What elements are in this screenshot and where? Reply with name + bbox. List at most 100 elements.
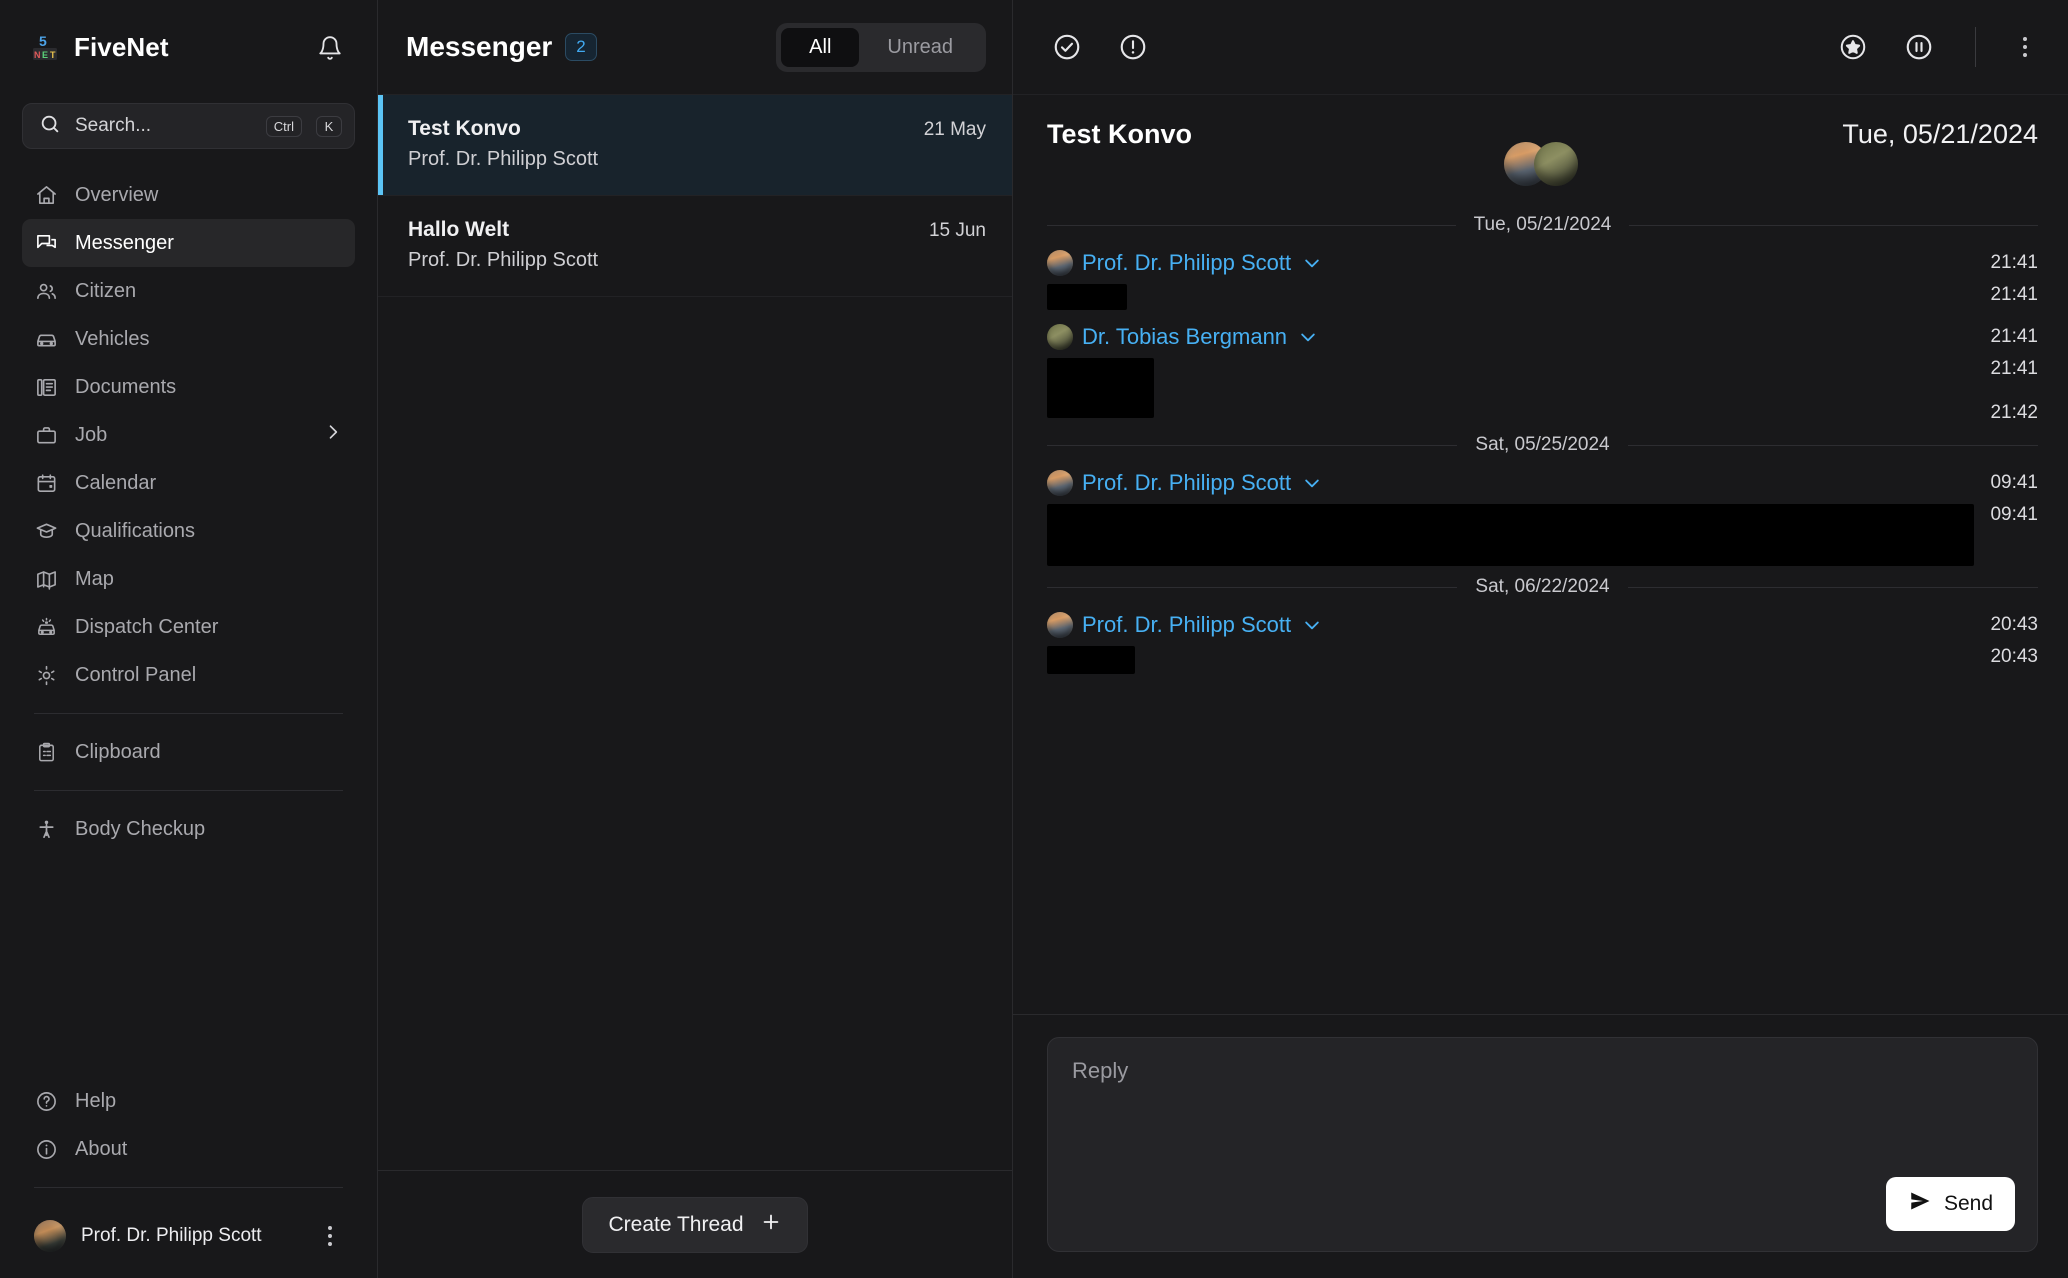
three-dots-vertical-icon[interactable] (317, 1226, 343, 1246)
message: Prof. Dr. Philipp Scott 09:41 09:41 (1047, 470, 2038, 566)
avatar (1047, 612, 1073, 638)
threads-spacer (378, 297, 1012, 1170)
thread-date: 15 Jun (928, 220, 986, 241)
message-time: 09:41 (1990, 504, 2038, 525)
thread-row-top: Hallo Welt 15 Jun (408, 218, 986, 242)
message: Prof. Dr. Philipp Scott 21:41 21:41 (1047, 250, 2038, 310)
create-thread-button[interactable]: Create Thread (582, 1196, 808, 1253)
sidebar-item-control-panel[interactable]: Control Panel (22, 651, 355, 699)
message-time: 09:41 (1990, 472, 2038, 493)
message-time: 21:41 (1990, 284, 2038, 305)
sidebar-item-documents[interactable]: Documents (22, 363, 355, 411)
briefcase-icon (34, 423, 58, 447)
message-author[interactable]: Prof. Dr. Philipp Scott (1082, 250, 1291, 276)
profile-name: Prof. Dr. Philipp Scott (81, 1225, 262, 1246)
message-time: 21:41 (1990, 326, 2038, 347)
search-input[interactable]: Search... Ctrl K (22, 103, 355, 149)
message-author[interactable]: Prof. Dr. Philipp Scott (1082, 470, 1291, 496)
sidebar-item-clipboard[interactable]: Clipboard (22, 728, 355, 776)
sidebar-item-messenger[interactable]: Messenger (22, 219, 355, 267)
chevron-down-icon[interactable] (1302, 473, 1322, 493)
chevron-down-icon[interactable] (1298, 327, 1318, 347)
gear-icon (34, 663, 58, 687)
info-circle-icon (34, 1137, 58, 1161)
thread-list-item[interactable]: Hallo Welt 15 Jun Prof. Dr. Philipp Scot… (378, 196, 1012, 297)
day-separator-label: Sat, 05/25/2024 (1475, 434, 1610, 455)
divider (34, 713, 343, 714)
thread-date: 21 May (923, 119, 986, 140)
filter-all-button[interactable]: All (781, 27, 860, 67)
reply-input[interactable]: Reply Send (1047, 1037, 2038, 1252)
svg-text:T: T (50, 50, 56, 60)
brand-title: FiveNet (74, 32, 169, 62)
filter-unread-button[interactable]: Unread (859, 28, 981, 67)
message-body: 21:41 (1047, 284, 2038, 310)
message-body: 21:41 21:42 (1047, 358, 2038, 424)
send-button[interactable]: Send (1885, 1177, 2015, 1231)
clipboard-icon (34, 740, 58, 764)
threads-panel: Messenger 2 All Unread Test Konvo 21 May… (378, 0, 1013, 1278)
message-author[interactable]: Prof. Dr. Philipp Scott (1082, 612, 1291, 638)
sidebar-item-about[interactable]: About (22, 1125, 355, 1173)
sidebar-item-dispatch-center[interactable]: Dispatch Center (22, 603, 355, 651)
threads-header: Messenger 2 All Unread (378, 0, 1012, 95)
graduation-icon (34, 519, 58, 543)
avatar (34, 1220, 66, 1252)
sidebar: 5 N E T FiveNet Search... Ctrl K Overvie… (0, 0, 378, 1278)
sidebar-item-calendar[interactable]: Calendar (22, 459, 355, 507)
sidebar-item-vehicles[interactable]: Vehicles (22, 315, 355, 363)
sidebar-item-job[interactable]: Job (22, 411, 355, 459)
sidebar-item-label: Messenger (75, 231, 174, 254)
messages-list: Tue, 05/21/2024 Prof. Dr. Philipp Scott … (1013, 186, 2068, 1014)
conversation-toolbar (1013, 0, 2068, 95)
sidebar-item-overview[interactable]: Overview (22, 171, 355, 219)
star-circle-icon[interactable] (1833, 27, 1873, 67)
message-time: 20:43 (1990, 614, 2038, 635)
sidebar-item-qualifications[interactable]: Qualifications (22, 507, 355, 555)
app-root: 5 N E T FiveNet Search... Ctrl K Overvie… (0, 0, 2068, 1278)
chevron-down-icon[interactable] (1302, 615, 1322, 635)
day-separator-label: Tue, 05/21/2024 (1473, 214, 1612, 235)
plus-icon (760, 1211, 782, 1239)
toolbar-divider (1975, 27, 1976, 67)
three-dots-vertical-icon[interactable] (2012, 37, 2038, 57)
message-author[interactable]: Dr. Tobias Bergmann (1082, 324, 1287, 350)
sidebar-item-label: Citizen (75, 279, 137, 302)
search-shortcut-key: K (316, 115, 342, 137)
sidebar-item-label: Clipboard (75, 740, 161, 763)
message: Dr. Tobias Bergmann 21:41 21:41 21:42 (1047, 324, 2038, 424)
svg-text:N: N (34, 50, 41, 60)
sidebar-item-label: Overview (75, 183, 159, 206)
calendar-icon (34, 471, 58, 495)
day-separator: Sat, 06/22/2024 (1047, 576, 2039, 598)
message-header: Prof. Dr. Philipp Scott 09:41 (1047, 470, 2038, 496)
pause-circle-icon[interactable] (1899, 27, 1939, 67)
participants-avatars (1013, 142, 2068, 186)
thread-row-top: Test Konvo 21 May (408, 117, 986, 141)
chevron-down-icon[interactable] (1302, 253, 1322, 273)
dispatch-icon (34, 615, 58, 639)
thread-list-item[interactable]: Test Konvo 21 May Prof. Dr. Philipp Scot… (378, 95, 1012, 196)
divider (34, 1187, 343, 1188)
thread-author: Prof. Dr. Philipp Scott (408, 249, 599, 271)
bell-icon[interactable] (313, 31, 347, 65)
avatar (1047, 470, 1073, 496)
fivenet-logo-icon: 5 N E T (30, 33, 60, 63)
brand-row: 5 N E T FiveNet (0, 0, 377, 95)
check-circle-icon[interactable] (1047, 27, 1087, 67)
sidebar-footer-nav: Help About (0, 1077, 377, 1202)
sidebar-item-label: Qualifications (75, 519, 196, 542)
avatar[interactable] (1533, 142, 1578, 186)
alert-circle-icon[interactable] (1113, 27, 1153, 67)
sidebar-item-help[interactable]: Help (22, 1077, 355, 1125)
sidebar-item-body-checkup[interactable]: Body Checkup (22, 805, 355, 853)
day-separator-label: Sat, 06/22/2024 (1475, 576, 1610, 597)
message-body: 09:41 (1047, 504, 2038, 566)
sidebar-profile[interactable]: Prof. Dr. Philipp Scott (0, 1202, 377, 1278)
redacted-content (1047, 284, 1127, 310)
sidebar-item-map[interactable]: Map (22, 555, 355, 603)
message-body: 20:43 (1047, 646, 2038, 674)
sidebar-item-citizen[interactable]: Citizen (22, 267, 355, 315)
search-shortcut-modifier: Ctrl (265, 115, 302, 137)
